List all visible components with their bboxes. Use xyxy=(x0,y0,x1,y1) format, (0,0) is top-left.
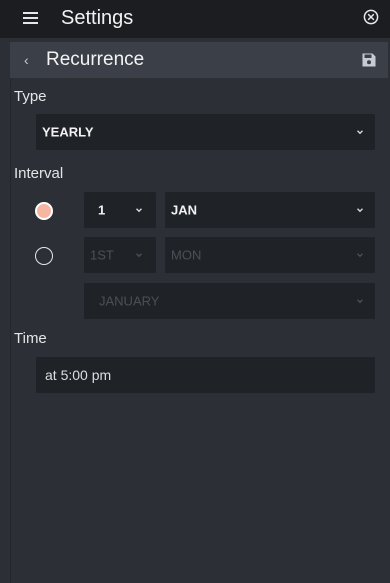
weekday-value: MON xyxy=(171,247,202,263)
time-label: Time xyxy=(14,330,47,347)
recurrence-header: ‹ Recurrence xyxy=(10,42,388,78)
chevron-left-icon[interactable]: ‹ xyxy=(24,52,29,68)
chevron-down-icon xyxy=(357,130,363,135)
app-title: Settings xyxy=(61,7,134,29)
interval-option-weekday-radio[interactable] xyxy=(35,247,53,265)
settings-screen: Settings ‹ Recurrence Type YEARLY Interv… xyxy=(0,0,390,583)
interval-option-day-radio[interactable] xyxy=(35,202,53,220)
type-select[interactable]: YEARLY xyxy=(36,114,375,150)
time-field[interactable]: at 5:00 pm xyxy=(36,357,375,393)
ordinal-select[interactable]: 1ST xyxy=(84,237,156,273)
chevron-down-icon xyxy=(357,299,363,304)
chevron-down-icon xyxy=(136,253,142,258)
type-label: Type xyxy=(14,88,47,105)
day-number-select[interactable]: 1 xyxy=(84,192,156,228)
close-circle-icon[interactable] xyxy=(363,9,379,25)
weekday-select[interactable]: MON xyxy=(165,237,375,273)
page-title: Recurrence xyxy=(46,49,145,70)
month-short-value: JAN xyxy=(171,202,198,218)
chevron-down-icon xyxy=(357,253,363,258)
ordinal-value: 1ST xyxy=(90,247,114,263)
app-bar: Settings xyxy=(0,0,390,38)
month-short-select[interactable]: JAN xyxy=(165,192,375,228)
interval-label: Interval xyxy=(14,165,64,182)
type-select-value: YEARLY xyxy=(42,124,94,140)
chevron-down-icon xyxy=(357,208,363,213)
content-divider xyxy=(10,78,11,583)
chevron-down-icon xyxy=(136,208,142,213)
time-value: at 5:00 pm xyxy=(45,367,112,383)
month-full-value: JANUARY xyxy=(99,293,160,309)
hamburger-menu-icon[interactable] xyxy=(23,11,38,25)
day-number-value: 1 xyxy=(98,202,106,218)
month-full-select[interactable]: JANUARY xyxy=(84,283,375,319)
floppy-disk-icon[interactable] xyxy=(361,52,377,68)
